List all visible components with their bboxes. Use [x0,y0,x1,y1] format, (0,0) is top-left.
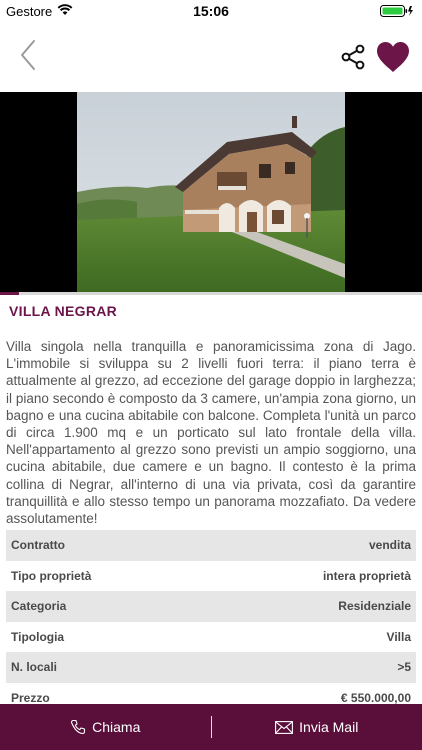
detail-row: Categoria Residenziale [6,591,416,622]
battery-icon [380,4,414,21]
status-bar: Gestore 15:06 [0,0,422,22]
villa-image [77,92,345,292]
back-button[interactable] [14,38,44,72]
send-mail-button[interactable]: Invia Mail [212,704,422,750]
detail-value: >5 [397,660,411,675]
detail-label: Categoria [11,599,67,614]
detail-row: Tipologia Villa [6,622,416,653]
detail-value: € 550.000,00 [340,690,411,705]
detail-label: Prezzo [11,690,50,705]
detail-value: intera proprietà [322,568,411,583]
call-button-label: Chiama [92,719,141,735]
action-bar: Chiama Invia Mail [0,704,422,750]
favorite-button[interactable] [375,40,411,74]
listing-description: Villa singola nella tranquilla e panoram… [6,339,416,527]
share-icon [341,44,365,70]
send-mail-button-label: Invia Mail [299,719,359,735]
detail-row: Tipo proprietà intera proprietà [6,561,416,592]
detail-value: Residenziale [338,599,411,614]
call-button[interactable]: Chiama [0,704,211,750]
detail-value: Villa [386,629,411,644]
share-button[interactable] [340,44,366,70]
gallery-progress-bar [0,292,422,295]
chevron-left-icon [21,40,35,70]
envelope-icon [275,720,294,734]
heart-icon [377,42,409,72]
gallery-progress-fill [0,292,19,295]
action-divider [210,716,212,738]
detail-label: Tipologia [11,629,65,644]
property-photo[interactable] [0,92,422,292]
phone-icon [71,719,86,735]
nav-bar [0,22,422,90]
listing-title: VILLA NEGRAR [9,303,118,319]
detail-label: Contratto [11,538,65,553]
details-table: Contratto vendita Tipo proprietà intera pro… [6,530,416,713]
detail-label: Tipo proprietà [11,568,92,583]
detail-label: N. locali [11,660,58,675]
detail-row: Contratto vendita [6,530,416,561]
detail-row: N. locali >5 [6,652,416,683]
clock: 15:06 [193,3,229,19]
detail-value: vendita [368,538,411,553]
